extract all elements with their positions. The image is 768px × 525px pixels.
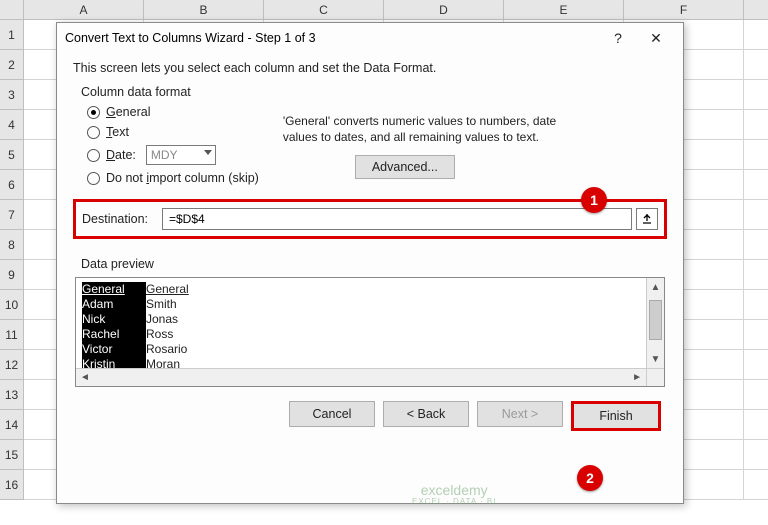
intro-text: This screen lets you select each column …: [73, 61, 667, 75]
radio-icon: [87, 126, 100, 139]
column-format-label: Column data format: [81, 85, 667, 99]
finish-button[interactable]: Finish: [571, 401, 661, 431]
preview-cell: Rachel: [82, 327, 146, 342]
col-hdr-f[interactable]: F: [624, 0, 744, 19]
preview-cell: Adam: [82, 297, 146, 312]
col-hdr-a[interactable]: A: [24, 0, 144, 19]
radio-skip-label: Do not import column (skip): [106, 171, 259, 185]
data-preview-label: Data preview: [81, 257, 667, 271]
col-hdr-d[interactable]: D: [384, 0, 504, 19]
radio-date[interactable]: Date: MDY: [87, 145, 259, 165]
watermark: exceldemy EXCEL · DATA · BI: [412, 483, 496, 506]
chevron-down-icon: [204, 150, 212, 155]
scroll-right-icon[interactable]: ►: [632, 372, 642, 383]
preview-vertical-scrollbar[interactable]: ▲ ▼: [646, 278, 664, 368]
annotation-badge-1: 1: [581, 187, 607, 213]
general-description: 'General' converts numeric values to num…: [283, 113, 583, 145]
annotation-badge-2: 2: [577, 465, 603, 491]
scroll-down-icon[interactable]: ▼: [647, 350, 664, 368]
col-hdr-b[interactable]: B: [144, 0, 264, 19]
scroll-thumb[interactable]: [649, 300, 662, 340]
advanced-button[interactable]: Advanced...: [355, 155, 455, 179]
col-hdr-e[interactable]: E: [504, 0, 624, 19]
preview-horizontal-scrollbar[interactable]: ◄►: [76, 368, 646, 386]
titlebar[interactable]: Convert Text to Columns Wizard - Step 1 …: [57, 23, 683, 53]
close-button[interactable]: ✕: [637, 24, 675, 52]
help-button[interactable]: ?: [599, 24, 637, 52]
radio-icon: [87, 172, 100, 185]
cancel-button[interactable]: Cancel: [289, 401, 375, 427]
preview-header-2: General: [146, 282, 226, 297]
collapse-dialog-icon: [641, 213, 653, 225]
data-preview-box: General General AdamSmith NickJonas Rach…: [75, 277, 665, 387]
scroll-left-icon[interactable]: ◄: [80, 372, 90, 383]
radio-general-label: General: [106, 105, 150, 119]
radio-date-label: Date:: [106, 148, 136, 162]
preview-cell: Ross: [146, 327, 226, 342]
radio-icon: [87, 106, 100, 119]
preview-header-1: General: [82, 282, 146, 297]
back-button[interactable]: < Back: [383, 401, 469, 427]
radio-text[interactable]: Text: [87, 125, 259, 139]
destination-input[interactable]: =$D$4: [162, 208, 632, 230]
row-headers: 1 2 3 4 5 6 7 8 9 10 11 12 13 14 15 16: [0, 20, 24, 500]
destination-label: Destination:: [82, 212, 158, 226]
date-format-select[interactable]: MDY: [146, 145, 216, 165]
scroll-up-icon[interactable]: ▲: [647, 278, 664, 296]
text-to-columns-dialog: Convert Text to Columns Wizard - Step 1 …: [56, 22, 684, 504]
dialog-title: Convert Text to Columns Wizard - Step 1 …: [65, 31, 599, 45]
radio-icon: [87, 149, 100, 162]
preview-cell: Jonas: [146, 312, 226, 327]
radio-general[interactable]: General: [87, 105, 259, 119]
radio-skip[interactable]: Do not import column (skip): [87, 171, 259, 185]
column-headers: A B C D E F: [0, 0, 768, 20]
preview-cell: Smith: [146, 297, 226, 312]
col-hdr-c[interactable]: C: [264, 0, 384, 19]
next-button: Next >: [477, 401, 563, 427]
preview-cell: Rosario: [146, 342, 226, 357]
preview-cell: Victor: [82, 342, 146, 357]
destination-row: Destination: =$D$4: [73, 199, 667, 239]
radio-text-label: Text: [106, 125, 129, 139]
range-picker-button[interactable]: [636, 208, 658, 230]
preview-cell: Nick: [82, 312, 146, 327]
